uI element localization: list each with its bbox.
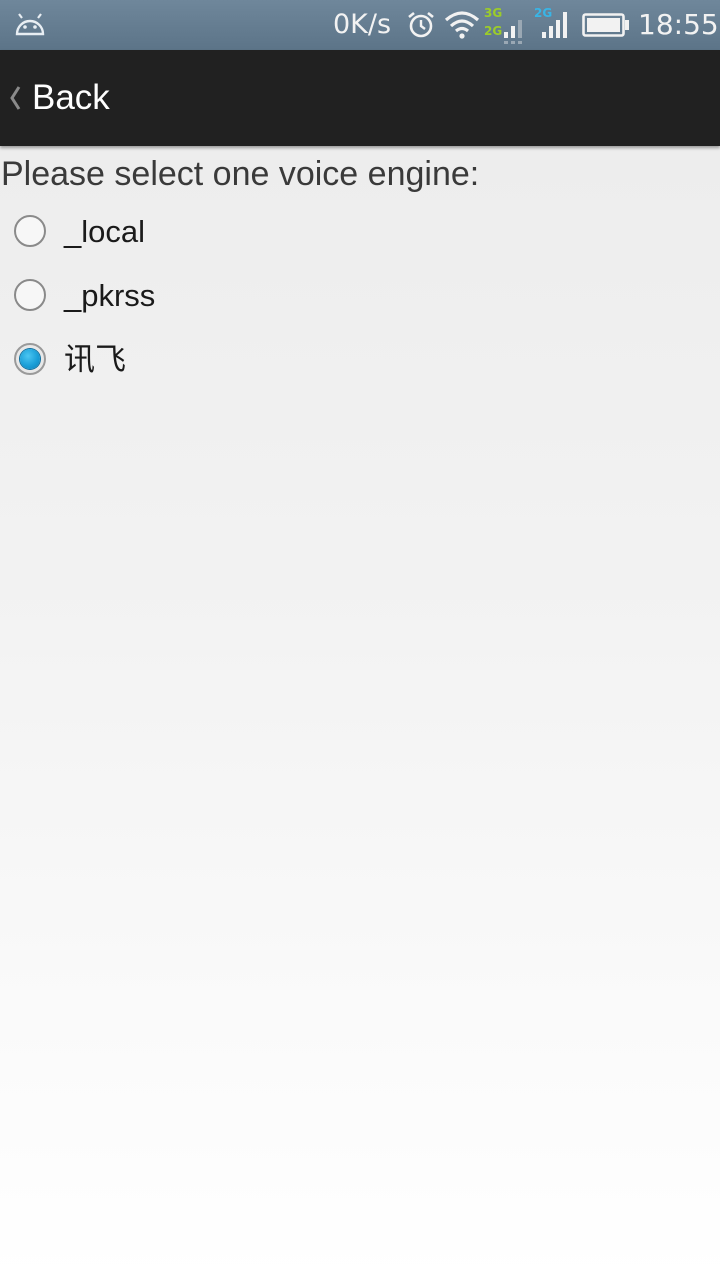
android-debug-icon [15,13,45,36]
chevron-left-icon [10,86,21,110]
radio-button[interactable] [14,215,46,247]
svg-text:3G: 3G [484,6,502,20]
option-label: _local [64,214,145,249]
voice-engine-option-pkrss[interactable]: _pkrss [0,266,720,326]
back-label: Back [32,78,110,117]
voice-engine-option-xunfei[interactable]: 讯飞 [0,330,720,390]
wifi-icon [444,11,480,39]
voice-engine-prompt: Please select one voice engine: [1,155,480,193]
radio-selected-dot [20,349,40,369]
battery-icon [582,13,629,37]
svg-text:2G: 2G [534,6,552,20]
alarm-icon [408,11,434,38]
voice-engine-option-local[interactable]: _local [0,202,720,262]
sim1-signal-icon: 3G 2G [484,4,528,44]
network-speed: 0K/s [333,9,392,40]
option-label: _pkrss [64,278,156,313]
clock: 18:55 [638,8,719,41]
back-button[interactable]: Back [0,50,140,146]
radio-button-selected[interactable] [14,343,46,375]
radio-button[interactable] [14,279,46,311]
svg-text:2G: 2G [484,24,502,38]
option-label: 讯飞 [64,342,126,377]
status-bar: 0K/s 3G 2G 2G 18:55 [0,0,720,50]
action-bar: Back [0,50,720,146]
sim2-signal-icon: 2G [532,4,574,44]
